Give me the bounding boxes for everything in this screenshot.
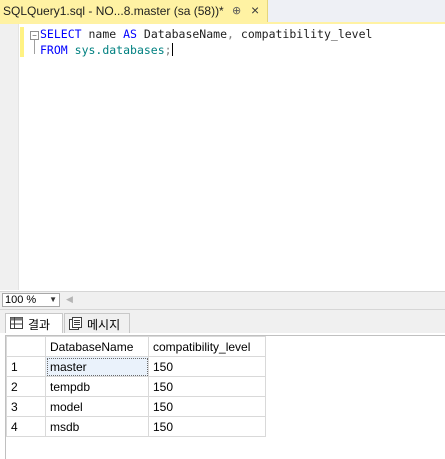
results-pane: DatabaseName compatibility_level 1 maste… [0, 333, 445, 459]
editor-status-strip: 100 % ▼ ◀ [0, 291, 445, 310]
zoom-dropdown[interactable]: 100 % ▼ [2, 293, 60, 307]
query-tab-title: SQLQuery1.sql - NO...8.master (sa (58))* [3, 4, 224, 18]
keyword-as: AS [123, 27, 137, 41]
row-number[interactable]: 1 [6, 356, 46, 377]
column-name: name [88, 27, 117, 41]
code-line-1: SELECT name AS DatabaseName, compatibili… [40, 27, 372, 41]
row-number[interactable]: 2 [6, 376, 46, 397]
cell-compatibility-level[interactable]: 150 [148, 396, 266, 417]
messages-icon [69, 317, 82, 333]
header-row: DatabaseName compatibility_level [6, 336, 266, 357]
scroll-left-icon[interactable]: ◀ [66, 294, 73, 305]
cell-databasename[interactable]: model [45, 396, 149, 417]
results-tab-strip: 결과 메시지 [0, 310, 445, 333]
results-grid-frame: DatabaseName compatibility_level 1 maste… [5, 335, 445, 459]
results-grid: DatabaseName compatibility_level 1 maste… [6, 336, 266, 437]
grid-icon [10, 317, 23, 332]
table-row[interactable]: 2 tempdb 150 [6, 376, 266, 397]
cell-compatibility-level[interactable]: 150 [148, 416, 266, 437]
keyword-select: SELECT [40, 27, 82, 41]
column-header-compatibility-level[interactable]: compatibility_level [148, 336, 266, 357]
change-tracking-bar [20, 27, 24, 57]
comma: , [227, 27, 234, 41]
keyword-from: FROM [40, 43, 68, 57]
cell-databasename[interactable]: msdb [45, 416, 149, 437]
document-tab-bar: SQLQuery1.sql - NO...8.master (sa (58))*… [0, 0, 445, 22]
table-row[interactable]: 1 master 150 [6, 356, 266, 377]
cell-compatibility-level[interactable]: 150 [148, 356, 266, 377]
tab-results[interactable]: 결과 [5, 313, 63, 333]
zoom-value: 100 % [5, 294, 37, 306]
system-view-name: sys.databases [74, 43, 165, 57]
cell-compatibility-level[interactable]: 150 [148, 376, 266, 397]
pin-icon[interactable]: ⊕ [232, 4, 241, 17]
table-row[interactable]: 4 msdb 150 [6, 416, 266, 437]
alias-name: DatabaseName [143, 27, 228, 41]
tab-messages[interactable]: 메시지 [64, 313, 130, 333]
close-icon[interactable]: × [251, 2, 259, 18]
collapse-icon[interactable]: − [30, 31, 39, 40]
row-number[interactable]: 4 [6, 416, 46, 437]
query-tab[interactable]: SQLQuery1.sql - NO...8.master (sa (58))*… [0, 0, 268, 22]
tab-results-label: 결과 [28, 318, 51, 332]
semicolon: ; [164, 43, 172, 57]
column-compatibility-level: compatibility_level [240, 27, 373, 41]
table-row[interactable]: 3 model 150 [6, 396, 266, 417]
editor-gutter [0, 24, 19, 290]
column-header-databasename[interactable]: DatabaseName [45, 336, 149, 357]
cell-databasename[interactable]: tempdb [45, 376, 149, 397]
chevron-down-icon: ▼ [49, 295, 57, 304]
tab-messages-label: 메시지 [87, 318, 121, 332]
outline-guide [34, 40, 35, 54]
cell-databasename[interactable]: master [45, 356, 149, 377]
text-caret [171, 43, 173, 56]
code-line-2: FROM sys.databases; [40, 43, 173, 57]
query-editor[interactable]: − SELECT name AS DatabaseName, compatibi… [0, 24, 445, 290]
row-number[interactable]: 3 [6, 396, 46, 417]
row-number-header[interactable] [6, 336, 46, 357]
